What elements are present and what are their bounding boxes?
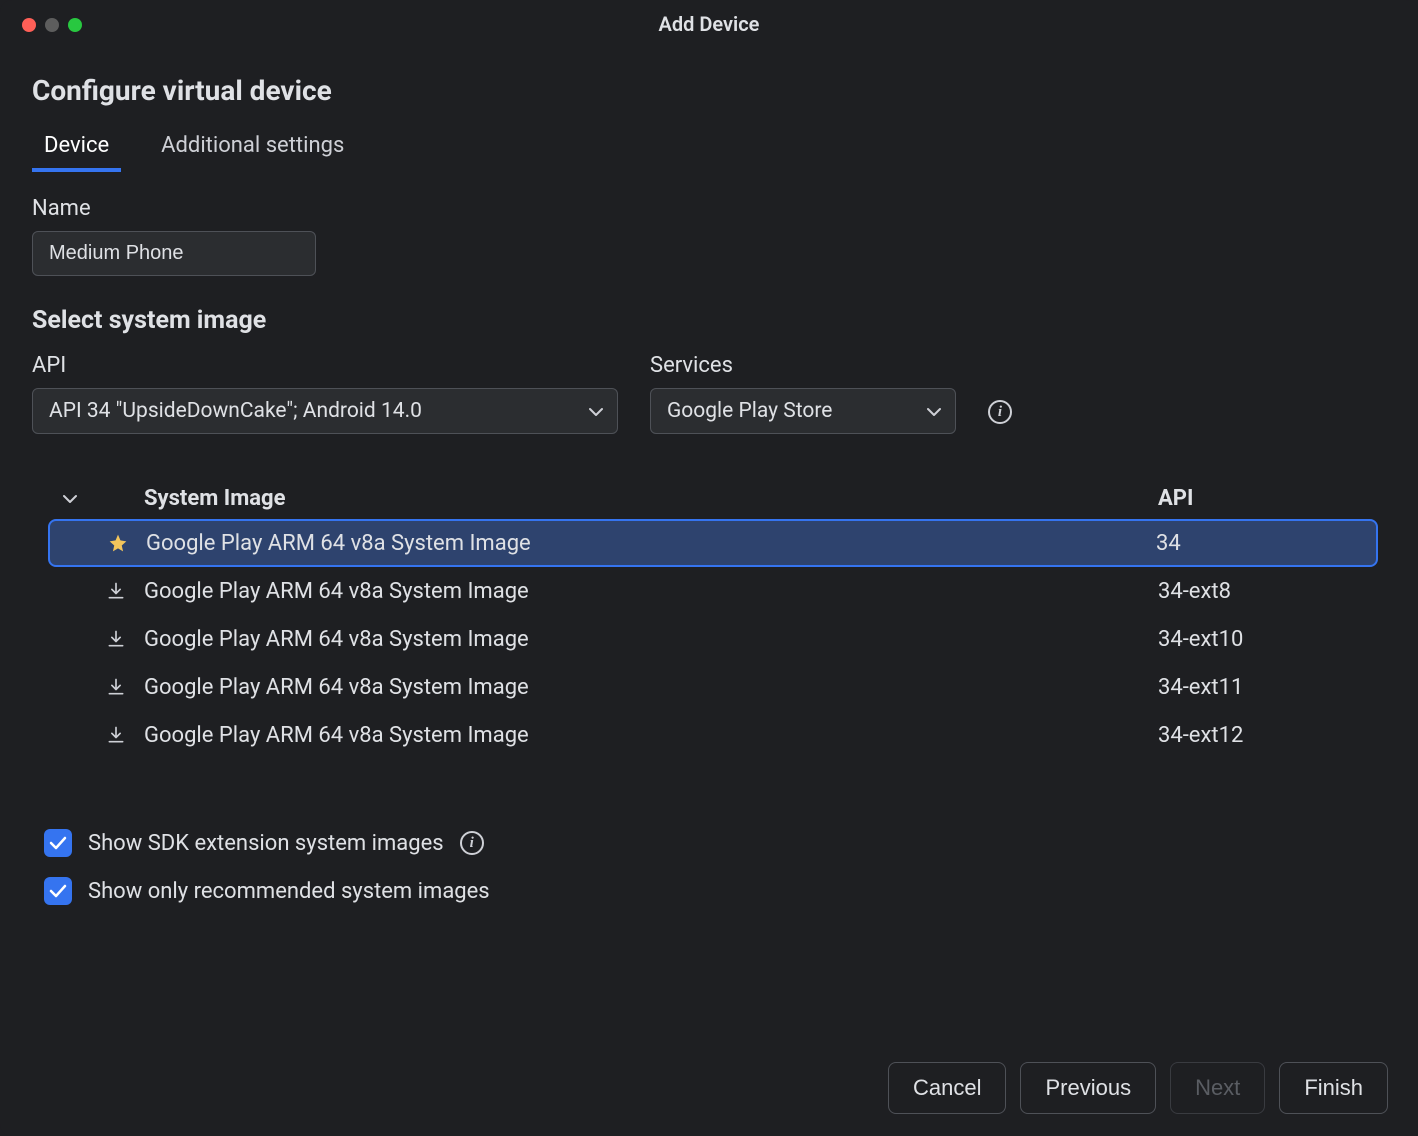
finish-button[interactable]: Finish [1279,1062,1388,1114]
row-name: Google Play ARM 64 v8a System Image [140,723,1158,748]
services-select[interactable]: Google Play Store [650,388,956,434]
titlebar: Add Device [0,0,1418,48]
window-title: Add Device [0,12,1418,36]
expand-collapse-icon[interactable] [48,494,92,504]
info-icon[interactable]: i [988,400,1012,424]
column-header-name[interactable]: System Image [140,486,1158,511]
table-header: System Image API [48,478,1378,519]
api-select[interactable]: API 34 "UpsideDownCake"; Android 14.0 [32,388,618,434]
api-field-group: API API 34 "UpsideDownCake"; Android 14.… [32,353,618,434]
device-name-input[interactable] [32,231,316,276]
system-image-table: System Image API Google Play ARM 64 v8a … [48,478,1378,759]
download-icon[interactable] [92,581,140,601]
cancel-button[interactable]: Cancel [888,1062,1006,1114]
checkbox-show-recommended[interactable] [44,877,72,905]
table-row[interactable]: Google Play ARM 64 v8a System Image34-ex… [48,663,1378,711]
tab-bar: Device Additional settings [32,127,1386,172]
table-row[interactable]: Google Play ARM 64 v8a System Image34 [48,519,1378,567]
download-icon[interactable] [92,629,140,649]
api-select-value: API 34 "UpsideDownCake"; Android 14.0 [49,399,422,423]
previous-button[interactable]: Previous [1020,1062,1156,1114]
table-row[interactable]: Google Play ARM 64 v8a System Image34-ex… [48,615,1378,663]
checkbox-group: Show SDK extension system images i Show … [44,829,1386,905]
dialog-window: Add Device Configure virtual device Devi… [0,0,1418,1136]
row-name: Google Play ARM 64 v8a System Image [142,531,1156,556]
row-name: Google Play ARM 64 v8a System Image [140,675,1158,700]
download-icon[interactable] [92,677,140,697]
row-api: 34-ext11 [1158,675,1378,700]
tab-additional-settings[interactable]: Additional settings [149,127,356,172]
row-name: Google Play ARM 64 v8a System Image [140,627,1158,652]
api-label: API [32,353,618,378]
services-info: i [988,400,1012,434]
row-api: 34 [1156,531,1376,556]
checkbox-show-recommended-label: Show only recommended system images [88,879,490,904]
row-api: 34-ext10 [1158,627,1378,652]
table-body: Google Play ARM 64 v8a System Image34Goo… [48,519,1378,759]
services-field-group: Services Google Play Store [650,353,956,434]
content-area: Configure virtual device Device Addition… [0,48,1418,905]
page-heading: Configure virtual device [32,74,1386,107]
table-row[interactable]: Google Play ARM 64 v8a System Image34-ex… [48,711,1378,759]
name-label: Name [32,196,1386,221]
column-header-api[interactable]: API [1158,486,1378,511]
checkbox-show-sdk-ext-row: Show SDK extension system images i [44,829,1386,857]
chevron-down-icon [927,399,941,423]
system-image-heading: Select system image [32,306,1386,335]
name-field-group: Name [32,196,1386,276]
select-row: API API 34 "UpsideDownCake"; Android 14.… [32,353,1386,434]
checkbox-show-sdk-ext-label: Show SDK extension system images [88,831,444,856]
star-icon [94,533,142,553]
next-button: Next [1170,1062,1265,1114]
row-name: Google Play ARM 64 v8a System Image [140,579,1158,604]
chevron-down-icon [589,399,603,423]
services-select-value: Google Play Store [667,399,832,423]
services-label: Services [650,353,956,378]
table-row[interactable]: Google Play ARM 64 v8a System Image34-ex… [48,567,1378,615]
footer-buttons: Cancel Previous Next Finish [888,1062,1388,1114]
tab-device[interactable]: Device [32,127,121,172]
checkbox-show-recommended-row: Show only recommended system images [44,877,1386,905]
info-icon[interactable]: i [460,831,484,855]
row-api: 34-ext12 [1158,723,1378,748]
row-api: 34-ext8 [1158,579,1378,604]
download-icon[interactable] [92,725,140,745]
checkbox-show-sdk-ext[interactable] [44,829,72,857]
